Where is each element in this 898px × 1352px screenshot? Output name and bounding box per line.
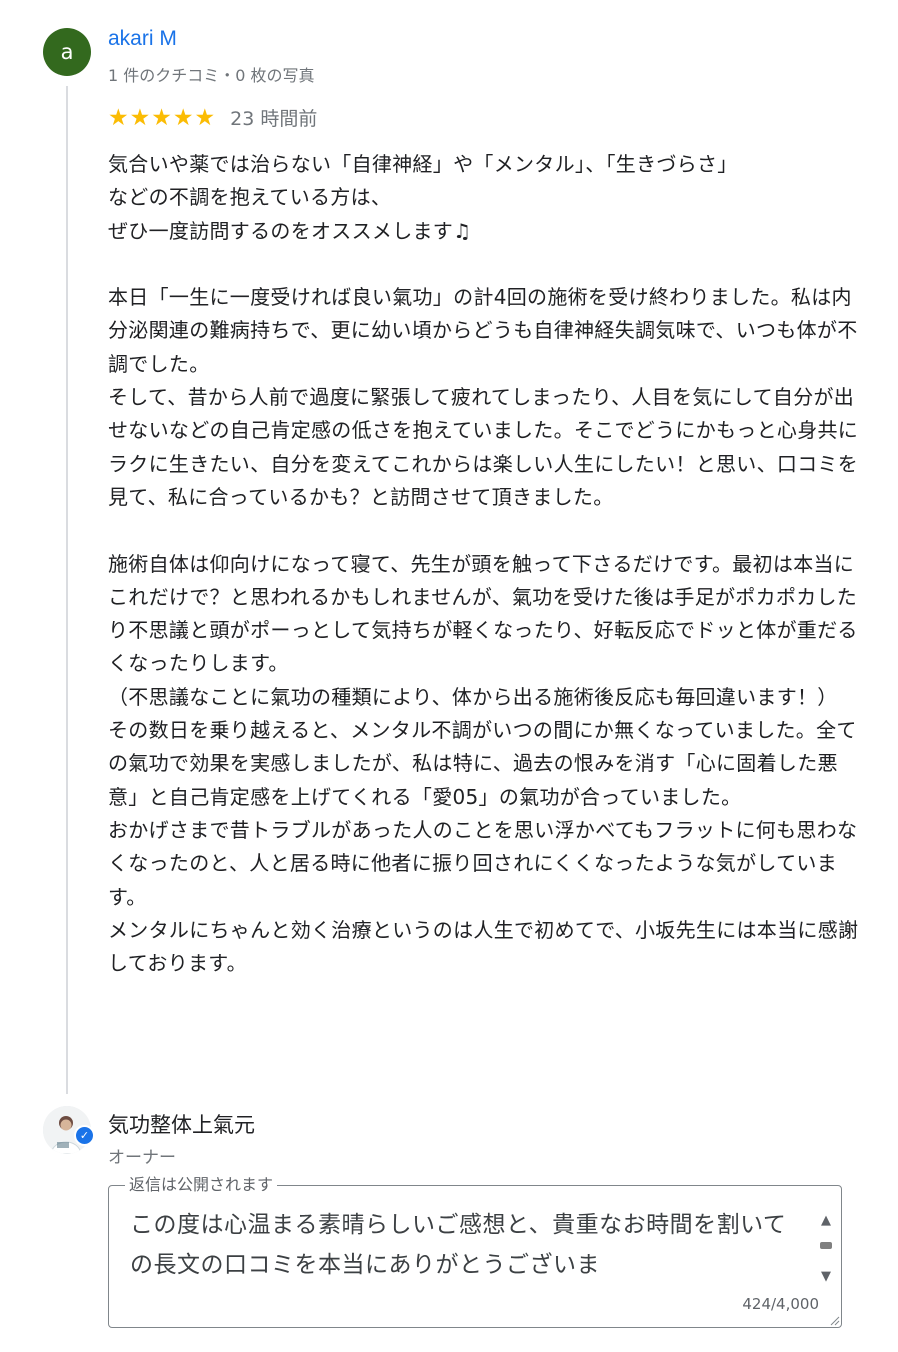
resize-handle-icon[interactable]	[828, 1314, 840, 1326]
owner-name[interactable]: 気功整体上氣元	[108, 1109, 255, 1139]
triangle-up-icon[interactable]: ▲	[817, 1214, 835, 1228]
thread-line	[66, 86, 68, 1094]
rating-row: ★ ★ ★ ★ ★ 23 時間前	[108, 104, 317, 131]
star-rating: ★ ★ ★ ★ ★	[108, 105, 216, 131]
owner-role: オーナー	[108, 1148, 176, 1168]
reply-legend: 返信は公開されます	[125, 1171, 278, 1195]
star-icon: ★	[194, 104, 216, 131]
verified-check-icon: ✓	[74, 1125, 95, 1146]
review-time: 23 時間前	[230, 108, 318, 130]
reply-box[interactable]: 返信は公開されます この度は心温まる素晴らしいご感想と、貴重なお時間を割いての長…	[108, 1171, 842, 1328]
star-icon: ★	[172, 104, 194, 131]
scroll-thumb[interactable]	[820, 1242, 832, 1249]
star-icon: ★	[108, 104, 129, 131]
reviewer-avatar[interactable]: a	[43, 28, 91, 76]
reply-scrollbar[interactable]: ▲ ▼	[817, 1214, 835, 1284]
char-count: 424/4,000	[742, 1295, 819, 1313]
reviewer-name[interactable]: akari M	[108, 27, 177, 51]
owner-avatar[interactable]: ✓	[43, 1106, 95, 1154]
triangle-down-icon[interactable]: ▼	[817, 1270, 835, 1284]
reviewer-meta: 1 件のクチコミ・0 枚の写真	[108, 66, 315, 85]
review-text: 気合いや薬では治らない「自律神経」や「メンタル」、「生きづらさ」 などの不調を抱…	[108, 152, 859, 976]
reply-textarea[interactable]: この度は心温まる素晴らしいご感想と、貴重なお時間を割いての長文の口コミを本当にあ…	[130, 1205, 790, 1291]
star-icon: ★	[129, 104, 151, 131]
star-icon: ★	[151, 104, 172, 131]
